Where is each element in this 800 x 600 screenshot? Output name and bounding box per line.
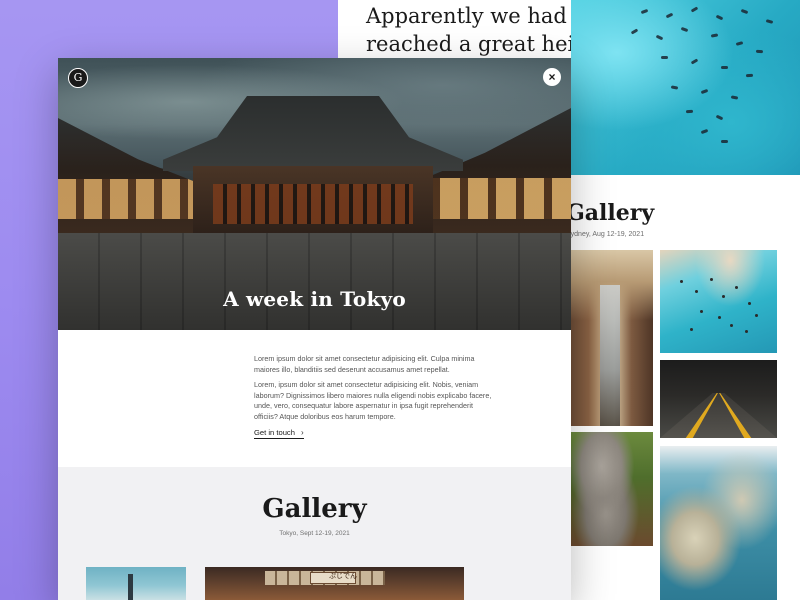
intro-section: Lorem ipsum dolor sit amet consectetur a… (58, 330, 571, 467)
beach-photo[interactable] (660, 250, 777, 353)
cta-label: Get in touch (254, 428, 295, 437)
beach-person (730, 324, 733, 327)
stone-pavement (58, 233, 571, 330)
close-icon[interactable]: × (543, 68, 561, 86)
hero-banner: G × A week in Tokyo (58, 58, 571, 330)
hero-title: A week in Tokyo (223, 287, 406, 311)
beach-person (690, 328, 693, 331)
swimmer-figure (721, 66, 728, 69)
front-page-preview: G × A week in Tokyo Lorem ipsum dolor si… (58, 58, 571, 600)
logo-icon[interactable]: G (68, 68, 88, 88)
gallery-section: Gallery Tokyo, Sept 12-19, 2021 ぷじでん (58, 467, 571, 600)
swimmer-figure (680, 26, 689, 33)
swimmer-figure (765, 19, 774, 24)
swimmer-figure (655, 34, 664, 41)
beach-person (755, 314, 758, 317)
swimmer-figure (715, 14, 724, 21)
beach-person (680, 280, 683, 283)
swimmer-figure (700, 128, 709, 135)
gallery-title: Gallery (262, 494, 367, 524)
street-photo[interactable] (567, 250, 653, 426)
beach-person (735, 286, 738, 289)
road-photo[interactable] (660, 360, 777, 438)
back-gallery-title: Gallery (566, 200, 655, 226)
swimmer-figure (735, 41, 744, 46)
swimmer-figure (630, 28, 639, 35)
beach-person (700, 310, 703, 313)
swimmer-figure (690, 58, 699, 65)
beach-person (722, 295, 725, 298)
beach-person (748, 302, 751, 305)
swimmer-figure (721, 140, 728, 143)
get-in-touch-link[interactable]: Get in touch › (254, 428, 304, 439)
swimmer-figure (685, 109, 694, 114)
swimmer-figure (670, 85, 679, 90)
swimmer-figure (710, 33, 719, 38)
gallery-subtitle: Tokyo, Sept 12-19, 2021 (279, 530, 350, 537)
intro-paragraph-1: Lorem ipsum dolor sit amet consectetur a… (254, 354, 475, 374)
swimmer-figure (690, 6, 699, 13)
chevron-right-icon: › (300, 428, 304, 437)
beach-person (745, 330, 748, 333)
shop-sign: ぷじでん (329, 572, 357, 580)
swimmer-figure (715, 114, 724, 121)
ocean-swimmers-photo (571, 0, 800, 175)
beach-person (710, 278, 713, 281)
swimmer-figure (661, 56, 668, 59)
swimmer-figure (740, 8, 749, 15)
swimmer-figure (730, 95, 739, 100)
aerial-city-photo[interactable] (660, 446, 777, 600)
swimmer-figure (745, 73, 754, 78)
beach-person (695, 290, 698, 293)
koala-photo[interactable] (567, 432, 653, 546)
swimmer-figure (640, 8, 649, 15)
beach-person (718, 316, 721, 319)
swimmer-figure (755, 49, 764, 54)
swimmer-figure (665, 12, 674, 19)
intro-paragraph-2: Lorem, ipsum dolor sit amet consectetur … (254, 380, 492, 421)
back-gallery-subtitle: Sydney, Aug 12-19, 2021 (566, 231, 645, 238)
tower-photo[interactable] (86, 567, 186, 600)
swimmer-figure (700, 88, 709, 95)
temple-hall (193, 166, 433, 236)
